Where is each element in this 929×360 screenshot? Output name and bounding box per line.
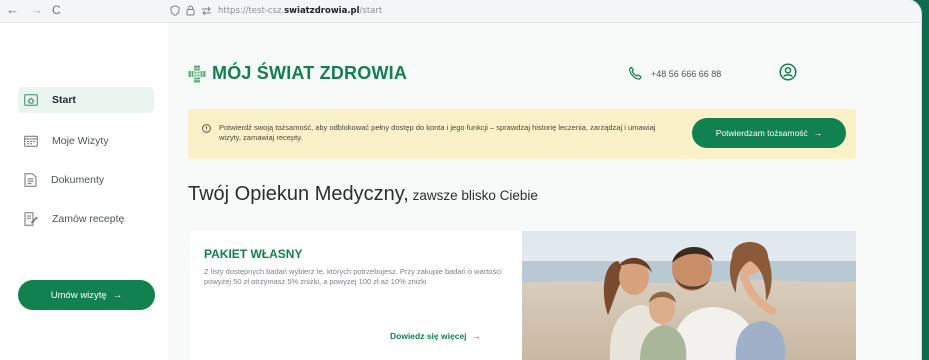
sidebar: Start Moje Wizyty Dokumenty Zamów recept…	[0, 23, 168, 360]
sidebar-item-label: Moje Wizyty	[52, 135, 109, 147]
book-visit-button[interactable]: Umów wizytę →	[18, 280, 155, 310]
url-host: swiatzdrowia.pl	[284, 5, 360, 16]
sidebar-item-zamow-recepte[interactable]: Zamów receptę	[18, 206, 154, 232]
url-path: /start	[359, 5, 383, 16]
sidebar-item-label: Dokumenty	[51, 174, 105, 186]
arrow-right-icon: →	[813, 128, 823, 138]
connection-icon[interactable]	[201, 6, 212, 16]
phone-contact[interactable]: +48 56 666 66 88	[628, 66, 721, 81]
sidebar-item-start[interactable]: Start	[18, 87, 154, 113]
confirm-identity-button[interactable]: Potwierdzam tożsamość →	[692, 118, 846, 148]
learn-more-label: Dowiedz się więcej	[390, 331, 467, 341]
document-icon	[24, 173, 37, 187]
package-title: PAKIET WŁASNY	[204, 247, 303, 261]
url-prefix: https://test-csz.	[218, 5, 285, 16]
brand-logo[interactable]: MÓJ ŚWIAT ZDROWIA	[188, 63, 407, 84]
banner-text: Potwierdź swoją tożsamość, aby odblokowa…	[219, 123, 656, 142]
prescription-icon	[24, 212, 38, 226]
sidebar-item-label: Zamów receptę	[52, 213, 125, 225]
book-visit-label: Umów wizytę	[50, 289, 107, 301]
family-beach-image	[522, 231, 856, 360]
phone-number: +48 56 666 66 88	[651, 68, 722, 79]
sidebar-item-moje-wizyty[interactable]: Moje Wizyty	[18, 128, 154, 154]
lock-icon[interactable]	[186, 5, 195, 16]
learn-more-link[interactable]: Dowiedz się więcej →	[390, 331, 481, 341]
forward-button[interactable]: →	[30, 2, 43, 18]
package-description: Z listy dostępnych badań wybierz te, któ…	[204, 267, 502, 286]
main-content: MÓJ ŚWIAT ZDROWIA +48 56 666 66 88 Potwi…	[168, 23, 921, 360]
arrow-right-icon: →	[472, 331, 482, 341]
sidebar-item-label: Start	[52, 94, 76, 106]
headline-main: Twój Opiekun Medyczny,	[188, 183, 409, 205]
user-account-icon[interactable]	[779, 63, 797, 81]
back-button[interactable]: ←	[6, 2, 19, 18]
headline-sub: zawsze blisko Ciebie	[408, 188, 538, 203]
package-card: PAKIET WŁASNY Z listy dostępnych badań w…	[190, 231, 856, 360]
home-icon	[24, 94, 38, 106]
browser-toolbar: ← → C https://test-csz.swiatzdrowia.pl/s…	[0, 0, 921, 23]
url-text: https://test-csz.swiatzdrowia.pl/start	[218, 6, 382, 16]
shield-icon[interactable]	[170, 5, 180, 16]
arrow-right-icon: →	[112, 289, 123, 301]
page-headline: Twój Opiekun Medyczny, zawsze blisko Cie…	[188, 183, 538, 206]
family-beach-photo	[522, 231, 856, 360]
browser-window: ← → C https://test-csz.swiatzdrowia.pl/s…	[0, 0, 921, 360]
confirm-identity-label: Potwierdzam tożsamość	[715, 128, 808, 138]
identity-verification-banner: Potwierdź swoją tożsamość, aby odblokowa…	[188, 109, 856, 159]
address-bar[interactable]: https://test-csz.swiatzdrowia.pl/start	[170, 2, 770, 19]
phone-icon	[628, 66, 642, 80]
sidebar-item-dokumenty[interactable]: Dokumenty	[18, 167, 154, 193]
calendar-icon	[24, 135, 38, 147]
logo-text: MÓJ ŚWIAT ZDROWIA	[212, 63, 408, 83]
pharmacy-cross-icon	[188, 65, 206, 82]
info-icon	[202, 124, 211, 133]
reload-button[interactable]: C	[52, 2, 61, 18]
